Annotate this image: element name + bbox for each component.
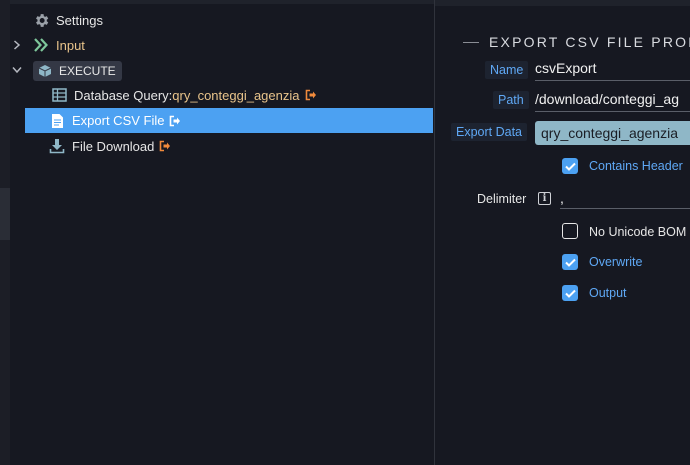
tree-item-file-download-label: File Download	[72, 138, 155, 154]
chevron-down-icon[interactable]	[12, 65, 22, 75]
exit-icon	[159, 140, 171, 152]
panel-header-strip	[435, 0, 690, 6]
gear-icon	[32, 11, 50, 29]
no-unicode-bom-label[interactable]: No Unicode BOM	[589, 225, 686, 239]
file-icon	[48, 112, 66, 130]
checkmark-icon	[564, 258, 576, 267]
section-title-rule	[463, 41, 479, 43]
properties-panel: EXPORT CSV FILE PROPERTI Name csvExport …	[435, 0, 690, 465]
tree-item-database-query-prefix: Database Query:	[74, 87, 173, 103]
section-title-text: EXPORT CSV FILE PROPERTI	[489, 34, 690, 50]
checkmark-icon	[564, 289, 576, 298]
tree-item-export-csv[interactable]: Export CSV File	[25, 108, 433, 133]
tree-item-execute[interactable]: EXECUTE	[33, 60, 122, 82]
action-tree: Settings Input EXECUTE Database Query: q…	[10, 0, 434, 465]
path-field[interactable]: /download/conteggi_ag	[535, 91, 679, 107]
name-field[interactable]: csvExport	[535, 60, 596, 76]
name-field-underline	[535, 80, 690, 81]
overwrite-label[interactable]: Overwrite	[589, 255, 642, 269]
contains-header-label[interactable]: Contains Header	[589, 159, 683, 173]
tree-item-export-csv-label: Export CSV File	[72, 113, 165, 128]
output-checkbox[interactable]	[562, 285, 578, 301]
section-title: EXPORT CSV FILE PROPERTI	[463, 34, 690, 50]
double-chevron-icon	[32, 36, 50, 54]
tree-item-settings-label: Settings	[56, 12, 103, 28]
tree-item-database-query[interactable]: Database Query: qry_conteggi_agenzia	[50, 84, 317, 106]
download-icon	[48, 137, 66, 155]
exit-icon	[305, 89, 317, 101]
tree-item-input-label: Input	[56, 37, 85, 53]
tree-item-input[interactable]: Input	[32, 34, 85, 56]
activity-bar-marker	[0, 188, 10, 240]
tree-item-settings[interactable]: Settings	[32, 9, 103, 31]
no-unicode-bom-checkbox[interactable]	[562, 223, 578, 239]
delimiter-label: Delimiter	[477, 192, 527, 206]
tree-item-file-download[interactable]: File Download	[48, 135, 171, 157]
delimiter-field-underline	[560, 208, 690, 209]
path-field-underline	[535, 111, 690, 112]
path-label: Path	[493, 91, 529, 109]
tree-item-database-query-name: qry_conteggi_agenzia	[172, 87, 300, 103]
cube-icon	[37, 63, 53, 79]
info-icon[interactable]: i	[538, 192, 551, 205]
name-label: Name	[485, 61, 529, 79]
overwrite-checkbox[interactable]	[562, 254, 578, 270]
tree-item-execute-label: EXECUTE	[59, 64, 116, 78]
exit-icon	[169, 115, 181, 127]
export-data-select-value: qry_conteggi_agenzia	[541, 125, 678, 141]
chevron-right-icon[interactable]	[12, 40, 22, 50]
delimiter-field[interactable]: ,	[560, 190, 564, 206]
export-data-select[interactable]: qry_conteggi_agenzia	[535, 121, 690, 145]
output-label[interactable]: Output	[589, 286, 627, 300]
table-icon	[50, 86, 68, 104]
export-data-label: Export Data	[451, 123, 528, 141]
checkmark-icon	[564, 162, 576, 171]
tree-header-strip	[10, 0, 434, 4]
contains-header-checkbox[interactable]	[562, 158, 578, 174]
execute-badge: EXECUTE	[33, 61, 122, 81]
